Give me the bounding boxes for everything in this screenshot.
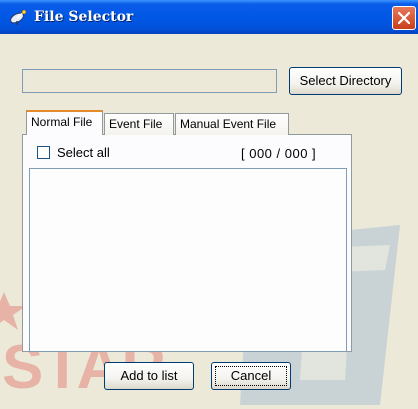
tab-event-file[interactable]: Event File [104, 113, 174, 135]
tab-manual-event-file[interactable]: Manual Event File [175, 113, 289, 135]
window-title: File Selector [34, 9, 134, 25]
file-selector-window: File Selector STAR ® Select Directory Ev… [0, 0, 418, 409]
satellite-icon [8, 8, 30, 26]
tab-normal-file[interactable]: Normal File [26, 110, 103, 135]
close-button[interactable] [392, 6, 416, 30]
cancel-button[interactable]: Cancel [211, 362, 291, 390]
select-all-checkbox[interactable] [37, 146, 50, 159]
close-icon [398, 12, 410, 24]
select-all-label[interactable]: Select all [57, 145, 110, 160]
add-to-list-button[interactable]: Add to list [104, 362, 194, 390]
title-bar[interactable]: File Selector [0, 0, 418, 34]
file-list[interactable] [29, 168, 347, 352]
file-count: [ 000 / 000 ] [241, 146, 317, 161]
select-directory-button[interactable]: Select Directory [289, 67, 402, 95]
directory-path-input[interactable] [22, 69, 277, 93]
focus-ring [215, 366, 287, 386]
